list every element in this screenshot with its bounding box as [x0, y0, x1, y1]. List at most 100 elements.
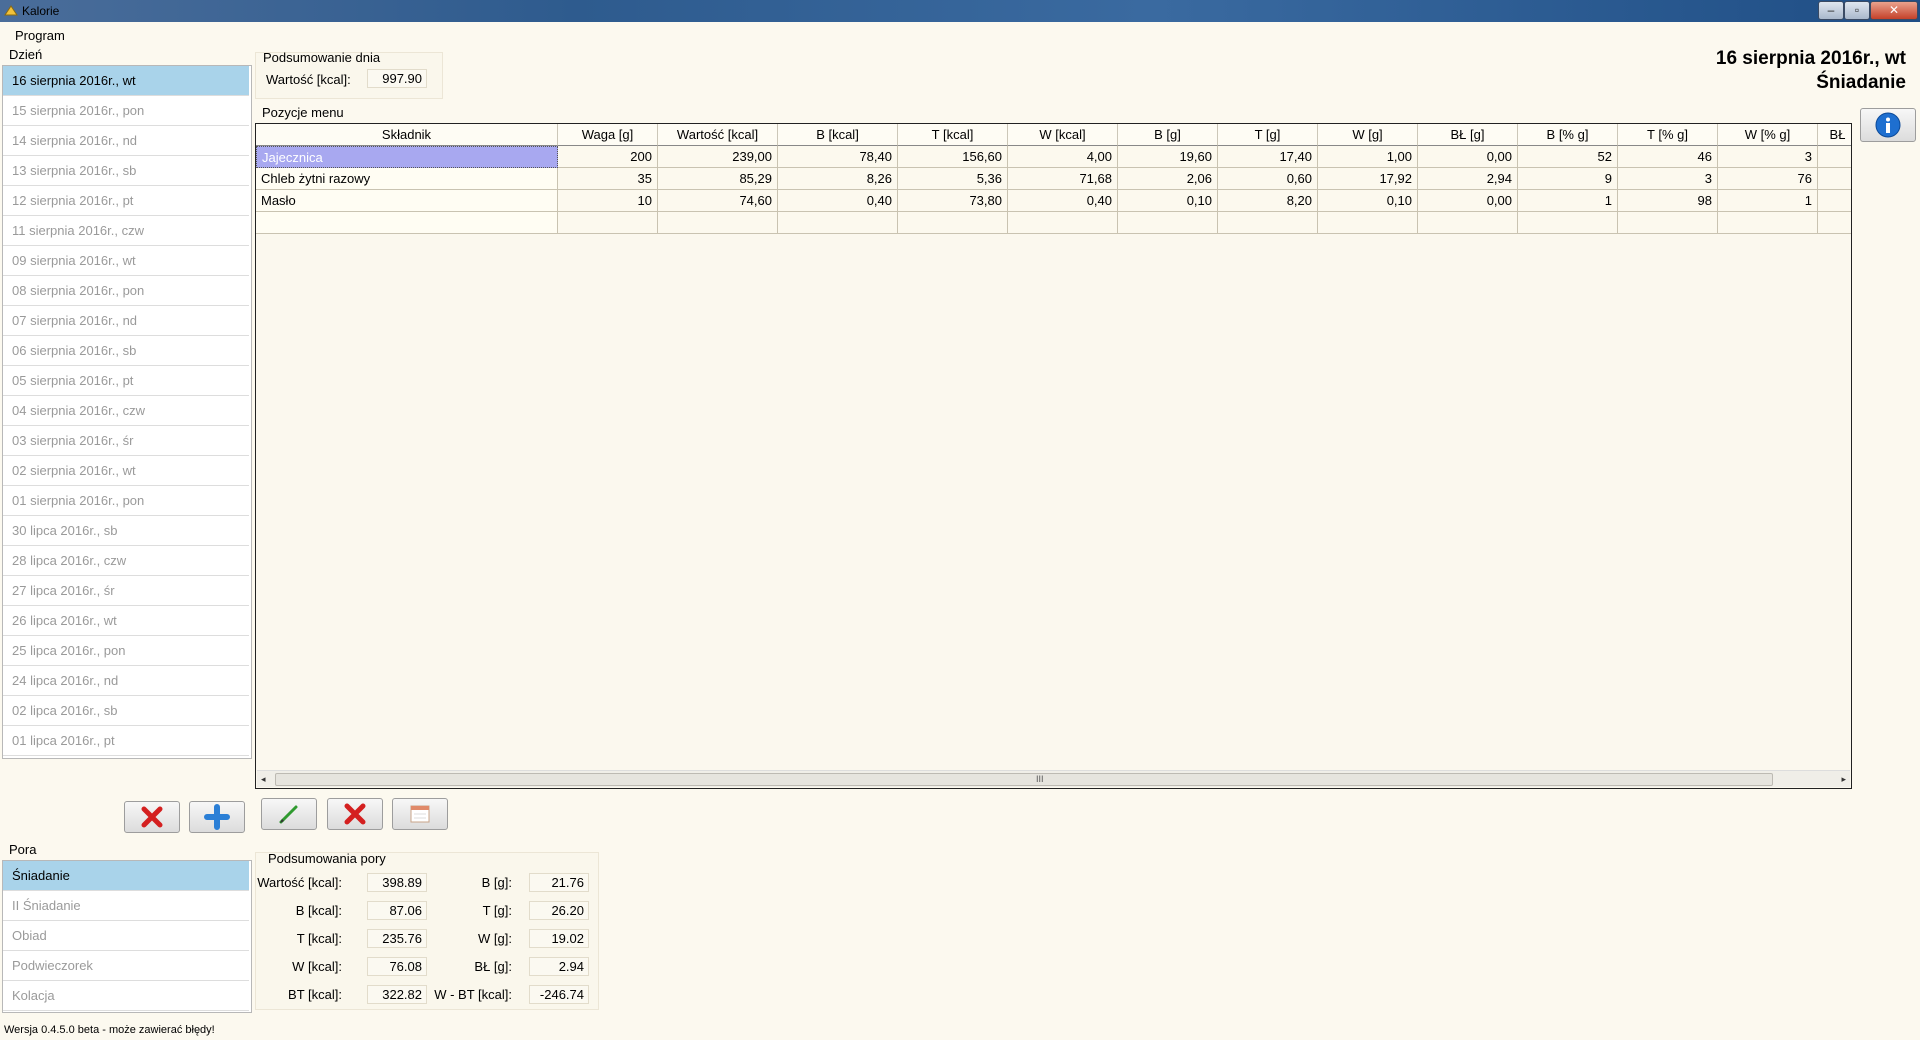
delete-day-button[interactable] — [124, 801, 180, 833]
day-list-item[interactable]: 05 sierpnia 2016r., pt — [3, 366, 249, 396]
value-cell[interactable] — [658, 212, 778, 234]
value-cell[interactable]: 239,00 — [658, 146, 778, 168]
column-header[interactable]: B [g] — [1118, 124, 1218, 146]
scroll-left-icon[interactable]: ◂ — [261, 771, 266, 787]
maximize-button[interactable]: ▫ — [1844, 1, 1870, 20]
day-list-item[interactable]: 01 lipca 2016r., pt — [3, 726, 249, 756]
value-cell[interactable]: 0,00 — [1418, 146, 1518, 168]
day-list-item[interactable]: 02 lipca 2016r., sb — [3, 696, 249, 726]
add-day-button[interactable] — [189, 801, 245, 833]
column-header[interactable]: W [g] — [1318, 124, 1418, 146]
edit-item-button[interactable] — [261, 798, 317, 830]
column-header[interactable]: BŁ — [1818, 124, 1851, 146]
value-cell[interactable] — [1008, 212, 1118, 234]
meal-list-item[interactable]: Podwieczorek — [3, 951, 249, 981]
value-cell[interactable]: 17,40 — [1218, 146, 1318, 168]
value-cell[interactable]: 8,20 — [1218, 190, 1318, 212]
column-header[interactable]: Waga [g] — [558, 124, 658, 146]
day-list-item[interactable]: 16 sierpnia 2016r., wt — [3, 66, 249, 96]
value-cell[interactable] — [1818, 190, 1851, 212]
value-cell[interactable]: 35 — [558, 168, 658, 190]
value-cell[interactable] — [1818, 146, 1851, 168]
day-list-item[interactable]: 30 lipca 2016r., sb — [3, 516, 249, 546]
value-cell[interactable]: 85,29 — [658, 168, 778, 190]
value-cell[interactable]: 52 — [1518, 146, 1618, 168]
value-cell[interactable]: 2,94 — [1418, 168, 1518, 190]
value-cell[interactable]: 1 — [1718, 190, 1818, 212]
value-cell[interactable]: 0,10 — [1318, 190, 1418, 212]
value-cell[interactable]: 98 — [1618, 190, 1718, 212]
value-cell[interactable]: 0,40 — [778, 190, 898, 212]
value-cell[interactable] — [1518, 212, 1618, 234]
value-cell[interactable]: 156,60 — [898, 146, 1008, 168]
title-bar[interactable]: Kalorie – ▫ ✕ — [0, 0, 1920, 22]
value-cell[interactable]: 71,68 — [1008, 168, 1118, 190]
scroll-right-icon[interactable]: ▸ — [1841, 771, 1846, 787]
value-cell[interactable]: 200 — [558, 146, 658, 168]
day-list-item[interactable]: 06 sierpnia 2016r., sb — [3, 336, 249, 366]
value-cell[interactable] — [558, 212, 658, 234]
value-cell[interactable]: 78,40 — [778, 146, 898, 168]
day-list-item[interactable]: 04 sierpnia 2016r., czw — [3, 396, 249, 426]
day-list-item[interactable]: 03 sierpnia 2016r., śr — [3, 426, 249, 456]
day-list-item[interactable]: 12 sierpnia 2016r., pt — [3, 186, 249, 216]
column-header[interactable]: BŁ [g] — [1418, 124, 1518, 146]
ingredient-cell[interactable]: Masło — [256, 190, 558, 212]
value-cell[interactable]: 73,80 — [898, 190, 1008, 212]
value-cell[interactable]: 1,00 — [1318, 146, 1418, 168]
column-header[interactable]: Wartość [kcal] — [658, 124, 778, 146]
close-window-button[interactable]: ✕ — [1870, 1, 1918, 20]
value-cell[interactable] — [1318, 212, 1418, 234]
value-cell[interactable]: 2,06 — [1118, 168, 1218, 190]
value-cell[interactable]: 9 — [1518, 168, 1618, 190]
day-list-item[interactable]: 25 lipca 2016r., pon — [3, 636, 249, 666]
meal-list-item[interactable]: Obiad — [3, 921, 249, 951]
day-list-item[interactable]: 07 sierpnia 2016r., nd — [3, 306, 249, 336]
meal-list-item[interactable]: II Śniadanie — [3, 891, 249, 921]
column-header[interactable]: B [% g] — [1518, 124, 1618, 146]
value-cell[interactable]: 10 — [558, 190, 658, 212]
value-cell[interactable]: 76 — [1718, 168, 1818, 190]
column-header[interactable]: Składnik — [256, 124, 558, 146]
day-list-item[interactable]: 14 sierpnia 2016r., nd — [3, 126, 249, 156]
value-cell[interactable]: 1 — [1518, 190, 1618, 212]
menu-program[interactable]: Program — [15, 28, 65, 43]
value-cell[interactable]: 0,60 — [1218, 168, 1318, 190]
column-header[interactable]: T [% g] — [1618, 124, 1718, 146]
horizontal-scrollbar[interactable]: ◂ III ▸ — [257, 770, 1850, 787]
value-cell[interactable] — [1718, 212, 1818, 234]
info-button[interactable] — [1860, 108, 1916, 142]
value-cell[interactable]: 8,26 — [778, 168, 898, 190]
value-cell[interactable] — [778, 212, 898, 234]
meals-list[interactable]: Śniadanie II Śniadanie Obiad Podwieczorek Ko… — [2, 860, 252, 1013]
day-list-item[interactable]: 24 lipca 2016r., nd — [3, 666, 249, 696]
days-list[interactable]: 16 sierpnia 2016r., wt 15 sierpnia 2016r.… — [2, 65, 252, 759]
day-list-item[interactable]: 15 sierpnia 2016r., pon — [3, 96, 249, 126]
day-list-item[interactable]: 11 sierpnia 2016r., czw — [3, 216, 249, 246]
value-cell[interactable] — [1118, 212, 1218, 234]
value-cell[interactable] — [1218, 212, 1318, 234]
ingredient-cell[interactable]: Chleb żytni razowy — [256, 168, 558, 190]
value-cell[interactable]: 0,40 — [1008, 190, 1118, 212]
value-cell[interactable] — [1618, 212, 1718, 234]
value-cell[interactable]: 17,92 — [1318, 168, 1418, 190]
menu-items-grid[interactable]: Składnik Waga [g] Wartość [kcal] B [kcal] T … — [255, 123, 1852, 789]
ingredient-cell[interactable] — [256, 212, 558, 234]
day-list-item[interactable]: 27 lipca 2016r., śr — [3, 576, 249, 606]
day-list-item[interactable]: 08 sierpnia 2016r., pon — [3, 276, 249, 306]
value-cell[interactable]: 46 — [1618, 146, 1718, 168]
column-header[interactable]: W [kcal] — [1008, 124, 1118, 146]
value-cell[interactable]: 74,60 — [658, 190, 778, 212]
meal-list-item[interactable]: Kolacja — [3, 981, 249, 1011]
value-cell[interactable] — [898, 212, 1008, 234]
value-cell[interactable] — [1418, 212, 1518, 234]
value-cell[interactable]: 19,60 — [1118, 146, 1218, 168]
value-cell[interactable] — [1818, 168, 1851, 190]
value-cell[interactable]: 3 — [1618, 168, 1718, 190]
value-cell[interactable]: 0,10 — [1118, 190, 1218, 212]
day-list-item[interactable]: 01 sierpnia 2016r., pon — [3, 486, 249, 516]
column-header[interactable]: W [% g] — [1718, 124, 1818, 146]
column-header[interactable]: T [g] — [1218, 124, 1318, 146]
column-header[interactable]: T [kcal] — [898, 124, 1008, 146]
day-list-item[interactable]: 28 lipca 2016r., czw — [3, 546, 249, 576]
